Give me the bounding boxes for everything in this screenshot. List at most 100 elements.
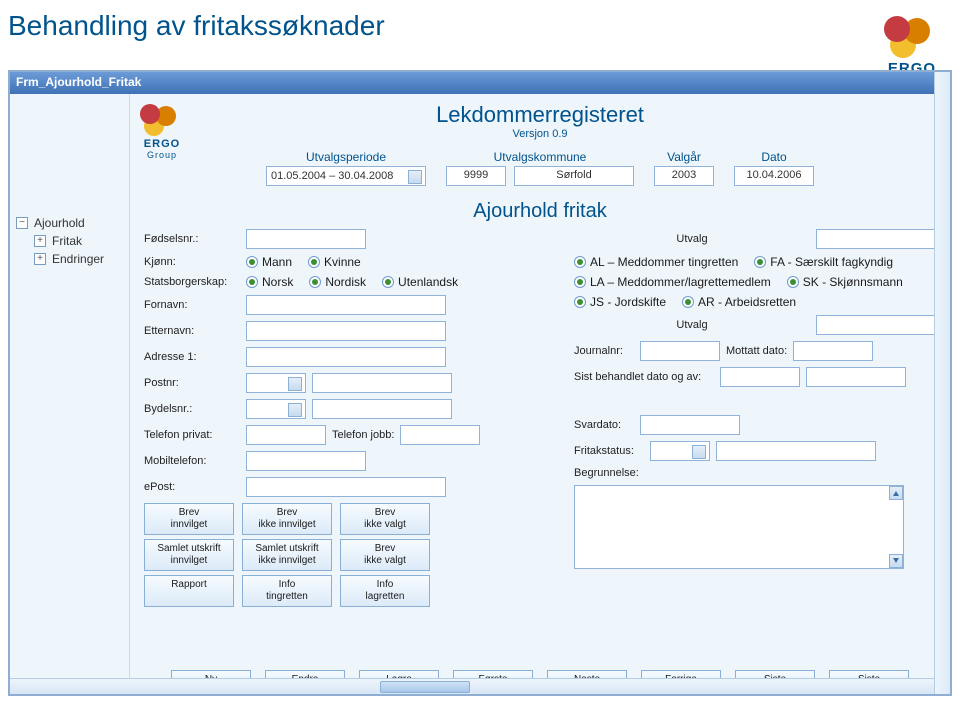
journalnr-field[interactable] [640,341,720,361]
utvalg-fa-radio[interactable]: FA - Særskilt fagkyndig [754,255,893,269]
tree-root-label: Ajourhold [34,216,85,230]
valgaar-label: Valgår [654,150,714,164]
etternavn-label: Etternavn: [144,325,240,337]
utvalg-js-radio[interactable]: JS - Jordskifte [574,295,666,309]
etternavn-field[interactable] [246,321,446,341]
utvalg-label: Utvalg [574,233,810,245]
sistbeh-dato-field[interactable] [720,367,800,387]
tree-item-label: Fritak [52,234,82,248]
kjonn-mann-radio[interactable]: Mann [246,255,292,269]
adresse1-field[interactable] [246,347,446,367]
main-panel: ERGO Group Lekdommerregisteret Versjon 0… [130,94,950,694]
app-version: Versjon 0.9 [144,128,936,140]
fritakstatus-combo[interactable] [650,441,710,461]
fornavn-label: Fornavn: [144,299,240,311]
tree-fritak[interactable]: + Fritak [10,232,129,250]
epost-label: ePost: [144,481,240,493]
radio-label: Kvinne [324,255,361,269]
horizontal-scrollbar[interactable] [10,678,934,694]
samlet-innvilget-button[interactable]: Samlet utskrift innvilget [144,539,234,571]
radio-label: FA - Særskilt fagkyndig [770,255,893,269]
brev-innvilget-button[interactable]: Brev innvilget [144,503,234,535]
kjonn-kvinne-radio[interactable]: Kvinne [308,255,361,269]
kommune-name-field[interactable]: Sørfold [514,166,634,186]
window-titlebar: Frm_Ajourhold_Fritak [10,72,950,94]
statsb-utenlandsk-radio[interactable]: Utenlandsk [382,275,458,289]
begrunnelse-textarea[interactable] [574,485,904,569]
tlfpriv-field[interactable] [246,425,326,445]
adresse1-label: Adresse 1: [144,351,240,363]
begrunnelse-label: Begrunnelse: [574,467,644,479]
statsb-nordisk-radio[interactable]: Nordisk [309,275,366,289]
utvalg-la-radio[interactable]: LA – Meddommer/lagrettemedlem [574,275,771,289]
chevron-down-icon [293,381,299,386]
bydel-field[interactable] [312,399,452,419]
statsb-norsk-radio[interactable]: Norsk [246,275,293,289]
fodselsnr-field[interactable] [246,229,366,249]
brand-logo-small: ERGO Group [140,104,184,160]
utvalgskommune-label: Utvalgskommune [446,150,634,164]
tree-item-label: Endringer [52,252,104,266]
journalnr-label: Journalnr: [574,345,634,357]
epost-field[interactable] [246,477,446,497]
chevron-down-icon [293,407,299,412]
tlfjobb-label: Telefon jobb: [332,429,394,441]
fodselsnr-label: Fødselsnr.: [144,233,240,245]
app-name: Lekdommerregisteret [144,102,936,128]
utvalg2-field[interactable] [816,315,936,335]
radio-label: AR - Arbeidsretten [698,295,796,309]
mobil-field[interactable] [246,451,366,471]
utvalgsperiode-value: 01.05.2004 – 30.04.2008 [271,170,393,182]
bydelsnr-label: Bydelsnr.: [144,403,240,415]
fritakstatus-text[interactable] [716,441,876,461]
utvalgsperiode-combo[interactable]: 01.05.2004 – 30.04.2008 [266,166,426,186]
mottatt-field[interactable] [793,341,873,361]
radio-label: Mann [262,255,292,269]
tree-collapse-icon[interactable]: − [16,217,28,229]
vertical-scrollbar[interactable] [934,72,950,694]
poststed-field[interactable] [312,373,452,393]
utvalgsperiode-label: Utvalgsperiode [266,150,426,164]
scrollbar-thumb[interactable] [380,681,470,693]
page-title: Behandling av fritakssøknader [0,0,960,62]
radio-label: SK - Skjønnsmann [803,275,903,289]
svardato-label: Svardato: [574,419,634,431]
utvalg-ar-radio[interactable]: AR - Arbeidsretten [682,295,796,309]
scroll-up-icon[interactable] [889,486,903,500]
bydelsnr-combo[interactable] [246,399,306,419]
tlfpriv-label: Telefon privat: [144,429,240,441]
mottatt-label: Mottatt dato: [726,345,787,357]
fornavn-field[interactable] [246,295,446,315]
tree-ajourhold[interactable]: − Ajourhold [10,214,129,232]
radio-label: Nordisk [325,275,366,289]
utvalg-field[interactable] [816,229,936,249]
dato-field[interactable]: 10.04.2006 [734,166,814,186]
chevron-down-icon [413,174,419,179]
info-tingretten-button[interactable]: Info tingretten [242,575,332,607]
radio-label: Norsk [262,275,293,289]
mobil-label: Mobiltelefon: [144,455,240,467]
radio-label: Utenlandsk [398,275,458,289]
brev-ikkevalgt2-button[interactable]: Brev ikke valgt [340,539,430,571]
valgaar-field[interactable]: 2003 [654,166,714,186]
brev-ikkeinnvilget-button[interactable]: Brev ikke innvilget [242,503,332,535]
tree-expand-icon[interactable]: + [34,235,46,247]
brev-ikkevalgt-button[interactable]: Brev ikke valgt [340,503,430,535]
sistbeh-av-field[interactable] [806,367,906,387]
kommune-code-field[interactable]: 9999 [446,166,506,186]
tree-endringer[interactable]: + Endringer [10,250,129,268]
tree-sidebar: − Ajourhold + Fritak + Endringer [10,94,130,694]
rapport-button[interactable]: Rapport [144,575,234,607]
kjonn-label: Kjønn: [144,256,240,268]
tlfjobb-field[interactable] [400,425,480,445]
svardato-field[interactable] [640,415,740,435]
info-lagretten-button[interactable]: Info lagretten [340,575,430,607]
utvalg-sk-radio[interactable]: SK - Skjønnsmann [787,275,903,289]
samlet-ikkeinnvilget-button[interactable]: Samlet utskrift ikke innvilget [242,539,332,571]
utvalg-al-radio[interactable]: AL – Meddommer tingretten [574,255,738,269]
dato-label: Dato [734,150,814,164]
brand-name-small: ERGO [140,138,184,150]
postnr-combo[interactable] [246,373,306,393]
tree-expand-icon[interactable]: + [34,253,46,265]
scroll-down-icon[interactable] [889,554,903,568]
